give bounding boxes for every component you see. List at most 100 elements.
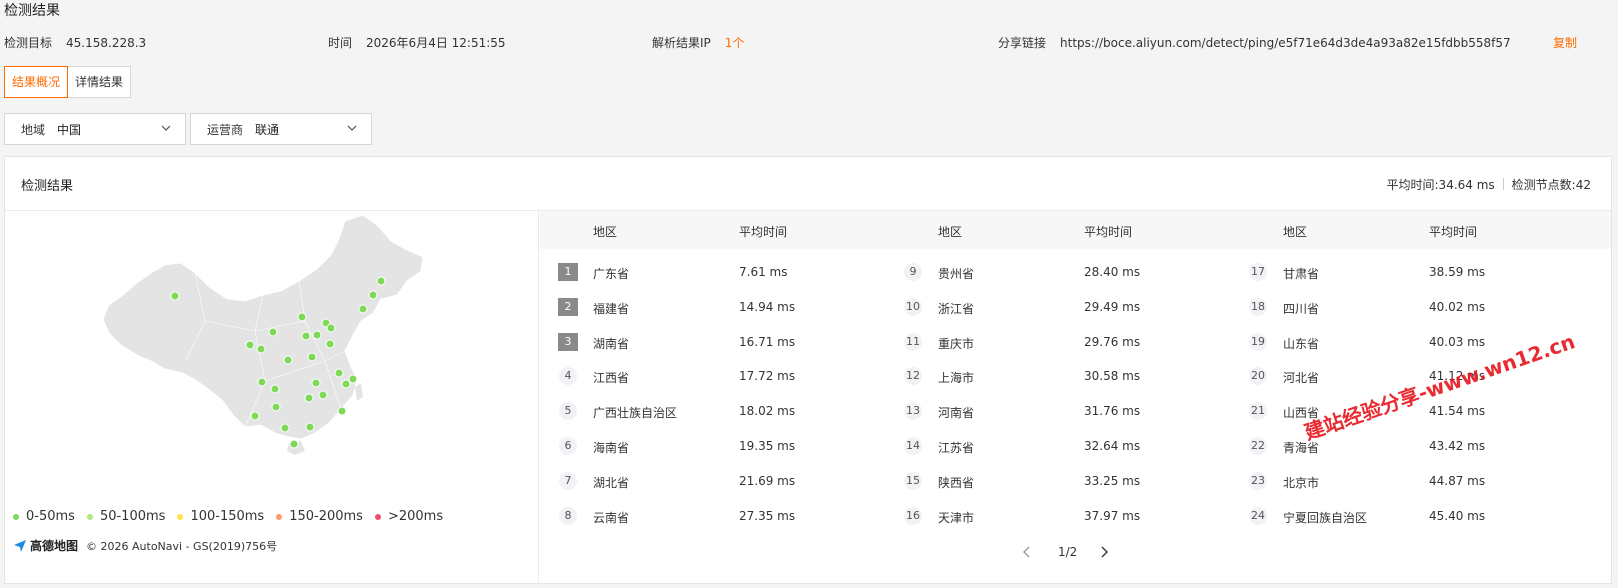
avg-time-cell: 28.40 ms	[1084, 265, 1141, 279]
rank-badge: 12	[904, 367, 922, 386]
col-avg-2: 平均时间	[1084, 225, 1133, 239]
detect-meta: 检测目标 45.158.228.3 时间 2026年6月4日 12:51:55 解析…	[0, 34, 1618, 54]
table-row: 10 浙江省 29.49 ms	[885, 290, 1230, 326]
region-cell: 海南省	[593, 441, 630, 455]
isp-select[interactable]: 运营商 联通	[190, 113, 372, 145]
table-row: 2 福建省 14.94 ms	[540, 290, 885, 326]
table-row: 4 江西省 17.72 ms	[540, 359, 885, 395]
region-cell: 广东省	[593, 267, 630, 281]
region-cell: 甘肃省	[1283, 267, 1320, 281]
avg-time-cell: 32.64 ms	[1084, 439, 1141, 453]
isp-value: 联通	[255, 122, 280, 137]
ranking-table: 地区 平均时间 地区 平均时间 地区 平均时间 1 广东省 7.61 ms 2 福建省 1…	[540, 211, 1611, 585]
avg-time-cell: 41.54 ms	[1429, 404, 1486, 419]
rank-badge: 6	[559, 437, 577, 455]
legend-dot	[13, 513, 19, 520]
legend-dot	[177, 513, 184, 520]
chevron-right-icon[interactable]	[1097, 545, 1111, 559]
rank-badge: 9	[904, 263, 922, 281]
result-tabs: 结果概况 详情结果	[4, 66, 132, 98]
copy-button[interactable]: 复制	[1553, 34, 1577, 51]
rank-badge: 4	[559, 367, 577, 386]
china-map-svg[interactable]	[5, 211, 539, 501]
col-region-2: 地区	[938, 225, 963, 239]
tab-overview[interactable]: 结果概况	[4, 66, 69, 98]
panel-title: 检测结果	[21, 179, 74, 194]
legend-item: 50-100ms	[86, 509, 165, 524]
rank-badge: 14	[904, 437, 922, 455]
result-panel: 检测结果 平均时间:34.64 ms 检测节点数:42 0-50ms 50-10…	[4, 156, 1612, 585]
col-avg-3: 平均时间	[1429, 225, 1478, 239]
region-cell: 河南省	[938, 406, 975, 421]
table-row: 11 重庆市 29.76 ms	[885, 325, 1230, 361]
tab-details[interactable]: 详情结果	[68, 66, 132, 98]
region-cell: 云南省	[593, 510, 630, 525]
legend-label: 100-150ms	[190, 509, 265, 524]
rank-badge: 23	[1249, 471, 1267, 490]
china-outline	[102, 214, 424, 440]
time-value: 2026年6月4日 12:51:55	[366, 36, 506, 50]
region-cell: 北京市	[1283, 475, 1320, 490]
amap-logo-icon	[14, 539, 26, 552]
region-cell: 江苏省	[938, 441, 975, 455]
share-info: 分享链接 https://boce.aliyun.com/detect/ping/…	[998, 34, 1511, 51]
table-row: 1 广东省 7.61 ms	[540, 255, 885, 291]
legend-item: 100-150ms	[177, 509, 264, 524]
col-avg-1: 平均时间	[739, 225, 788, 239]
node-count-stat: 检测节点数:42	[1511, 178, 1591, 192]
rank-badge: 13	[904, 402, 922, 421]
rank-badge: 10	[904, 297, 922, 316]
table-row: 17 甘肃省 38.59 ms	[1230, 255, 1575, 291]
region-cell: 河北省	[1283, 371, 1320, 386]
avg-time-cell: 37.97 ms	[1084, 508, 1141, 523]
legend-item: >200ms	[374, 509, 443, 524]
target-info: 检测目标 45.158.228.3	[4, 34, 146, 51]
avg-time-cell: 31.76 ms	[1084, 404, 1141, 419]
region-cell: 天津市	[938, 510, 975, 525]
filters: 地域 中国 运营商 联通	[4, 113, 372, 145]
table-row: 9 贵州省 28.40 ms	[885, 255, 1230, 291]
panel-stats: 平均时间:34.64 ms 检测节点数:42	[1387, 176, 1591, 193]
avg-time-cell: 27.35 ms	[739, 508, 796, 523]
rank-badge: 1	[558, 263, 578, 281]
time-info: 时间 2026年6月4日 12:51:55	[328, 34, 506, 51]
divider	[1502, 178, 1504, 190]
table-row: 5 广西壮族自治区 18.02 ms	[540, 394, 885, 430]
time-label: 时间	[328, 36, 353, 50]
table-row: 12 上海市 30.58 ms	[885, 359, 1230, 395]
region-cell: 江西省	[593, 371, 630, 386]
ip-value[interactable]: 1个	[725, 36, 745, 50]
share-label: 分享链接	[998, 36, 1047, 50]
avg-time-cell: 40.03 ms	[1429, 334, 1486, 349]
avg-time-cell: 45.40 ms	[1429, 508, 1486, 523]
avg-time-cell: 30.58 ms	[1084, 369, 1141, 384]
rank-badge: 11	[904, 332, 922, 351]
rank-badge: 8	[559, 506, 577, 525]
rank-badge: 3	[558, 332, 578, 351]
legend-dot	[86, 513, 93, 520]
avg-time-cell: 44.87 ms	[1429, 473, 1486, 488]
region-cell: 四川省	[1283, 301, 1320, 316]
map-copyright: © 2026 AutoNavi - GS(2019)756号	[86, 539, 278, 553]
legend-dot	[276, 513, 283, 520]
rank-badge: 2	[558, 297, 578, 316]
share-link[interactable]: https://boce.aliyun.com/detect/ping/e5f7…	[1060, 36, 1511, 50]
legend-label: 150-200ms	[289, 509, 363, 524]
region-select[interactable]: 地域 中国	[4, 113, 186, 145]
target-label: 检测目标	[4, 36, 53, 50]
chevron-down-icon	[347, 125, 357, 131]
region-cell: 广西壮族自治区	[593, 406, 678, 421]
rank-badge: 21	[1249, 402, 1267, 421]
avg-time-cell: 40.02 ms	[1429, 299, 1486, 314]
map-attribution: 高德地图 © 2026 AutoNavi - GS(2019)756号	[13, 537, 277, 554]
col-region-3: 地区	[1283, 225, 1308, 239]
table-row: 13 河南省 31.76 ms	[885, 394, 1230, 430]
chevron-left-icon[interactable]	[1020, 545, 1034, 559]
avg-time-cell: 38.59 ms	[1429, 265, 1486, 279]
legend-dot	[374, 513, 381, 520]
china-map[interactable]: 0-50ms 50-100ms 100-150ms 150-200ms >200…	[5, 211, 539, 585]
avg-time-cell: 18.02 ms	[739, 404, 796, 419]
region-cell: 浙江省	[938, 301, 975, 316]
pagination: 1/2	[1020, 545, 1111, 559]
region-cell: 上海市	[938, 371, 975, 386]
